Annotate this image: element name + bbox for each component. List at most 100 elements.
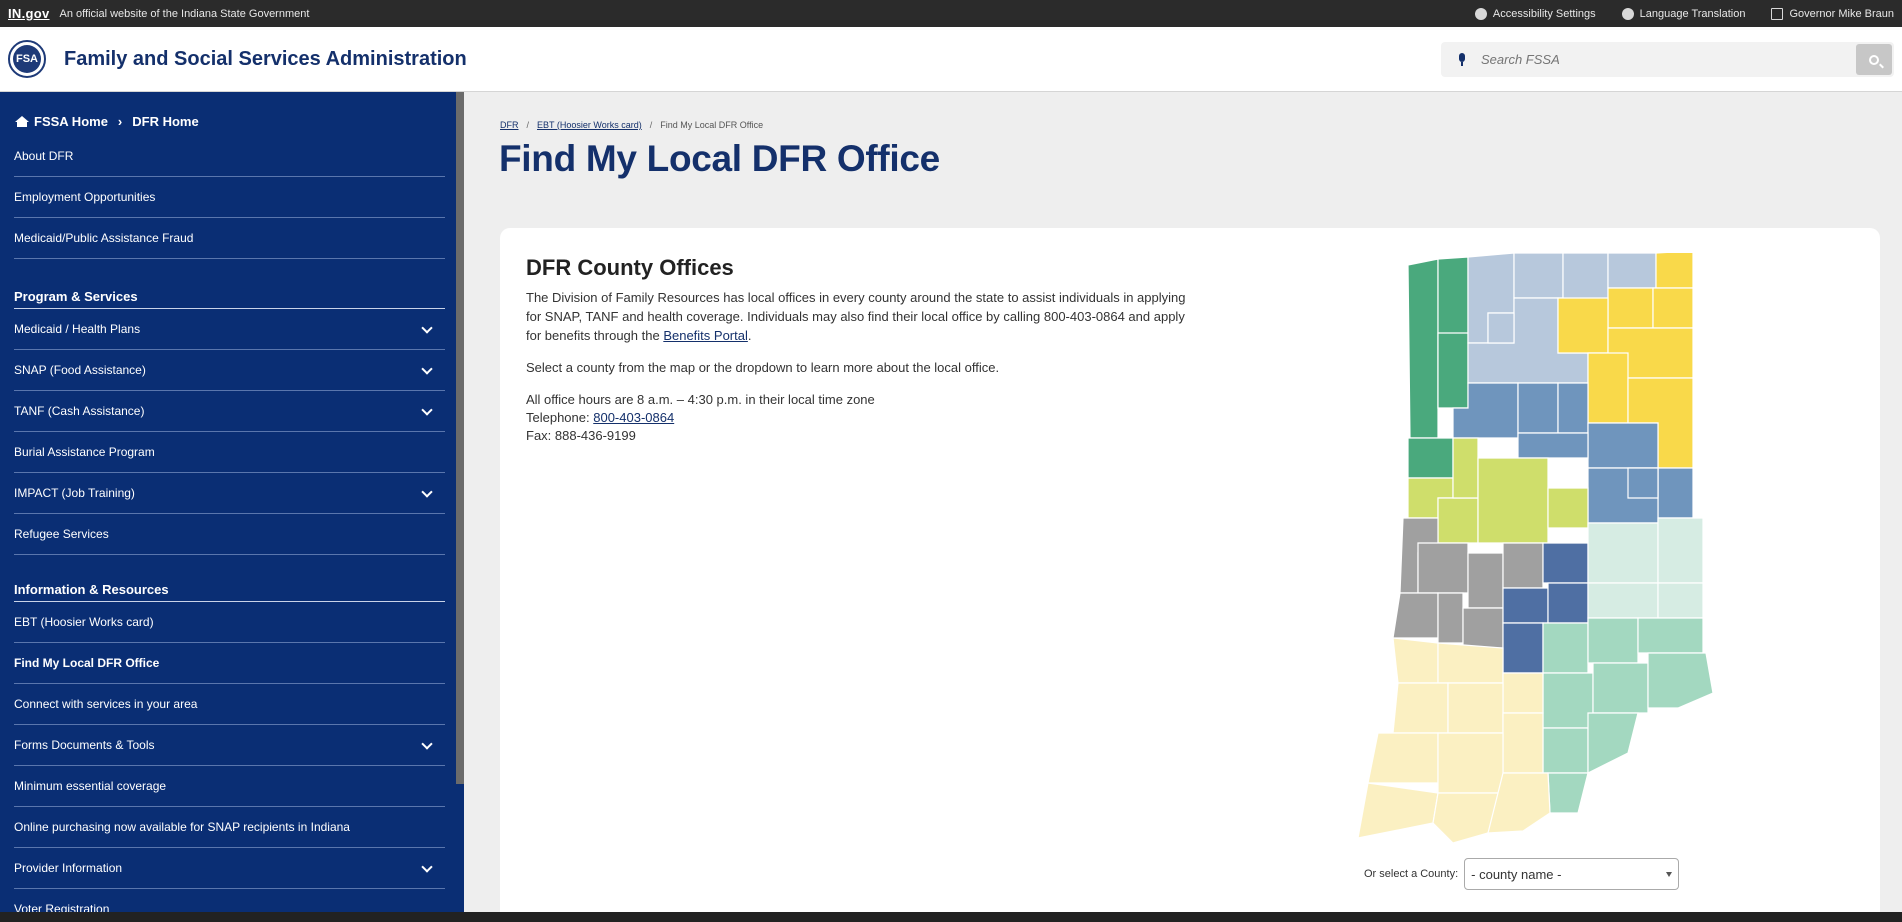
map-region-northeast[interactable] [1587, 352, 1629, 424]
map-region-central[interactable] [1542, 542, 1589, 584]
map-region-southwest[interactable] [1502, 712, 1544, 774]
map-region-north-central[interactable] [1562, 253, 1609, 304]
breadcrumb-ebt-link[interactable]: EBT (Hoosier Works card) [537, 120, 642, 130]
map-region-southwest[interactable] [1502, 672, 1544, 714]
map-region-west[interactable] [1467, 552, 1504, 609]
sidebar-item-find-office[interactable]: Find My Local DFR Office [14, 643, 445, 684]
county-select-label: Or select a County: [1364, 868, 1459, 880]
sidebar-item-minimum-coverage[interactable]: Minimum essential coverage [14, 766, 445, 807]
search-input[interactable] [1481, 52, 1851, 67]
county-dropdown[interactable]: - county name - [1464, 858, 1680, 890]
map-region-southeast[interactable] [1542, 672, 1594, 729]
map-region-northwest[interactable] [1407, 258, 1439, 439]
map-region-southeast[interactable] [1547, 772, 1589, 814]
chevron-down-icon[interactable] [421, 363, 433, 375]
fssa-seal-logo[interactable]: FSA [8, 40, 46, 78]
map-region-west[interactable] [1392, 592, 1439, 639]
map-region-southwest[interactable] [1392, 682, 1449, 734]
map-region-southeast[interactable] [1592, 662, 1649, 714]
map-region-east-central[interactable] [1657, 467, 1694, 519]
map-region-north-central-west[interactable] [1557, 382, 1589, 434]
map-region-northwest[interactable] [1407, 437, 1454, 479]
sidebar-item-fraud[interactable]: Medicaid/Public Assistance Fraud [14, 218, 445, 259]
language-translation-link[interactable]: Language Translation [1621, 7, 1745, 20]
fssa-home-link[interactable]: FSSA Home [34, 114, 108, 129]
map-region-west-central[interactable] [1437, 497, 1479, 544]
microphone-icon[interactable] [1457, 52, 1467, 67]
map-region-southeast-central[interactable] [1657, 517, 1704, 584]
sidebar-item-provider-info[interactable]: Provider Information [14, 848, 445, 889]
map-region-central[interactable] [1547, 582, 1589, 624]
window-bottom-edge [0, 912, 1902, 922]
sidebar-item-ebt[interactable]: EBT (Hoosier Works card) [14, 602, 445, 643]
map-region-west[interactable] [1437, 592, 1464, 644]
sidebar-item-refugee[interactable]: Refugee Services [14, 514, 445, 555]
map-region-southeast[interactable] [1587, 712, 1639, 774]
map-region-southwest[interactable] [1392, 637, 1439, 684]
chevron-down-icon[interactable] [421, 738, 433, 750]
map-region-north-central-west[interactable] [1587, 422, 1659, 469]
map-region-northeast[interactable] [1607, 287, 1654, 329]
ingov-logo[interactable]: IN.gov [8, 6, 50, 21]
sidebar-item-tanf[interactable]: TANF (Cash Assistance) [14, 391, 445, 432]
map-region-west-central[interactable] [1477, 457, 1549, 544]
map-region-southwest[interactable] [1437, 642, 1504, 684]
map-region-west[interactable] [1462, 607, 1504, 649]
map-region-central[interactable] [1502, 622, 1544, 674]
sidebar-item-about-dfr[interactable]: About DFR [14, 136, 445, 177]
sidebar-item-connect-services[interactable]: Connect with services in your area [14, 684, 445, 725]
map-region-southeast[interactable] [1587, 617, 1639, 664]
map-region-southwest[interactable] [1357, 782, 1439, 839]
map-region-north-central[interactable] [1487, 312, 1515, 344]
site-title[interactable]: Family and Social Services Administratio… [64, 48, 467, 71]
map-region-southwest[interactable] [1367, 732, 1439, 784]
map-region-east-central[interactable] [1627, 467, 1659, 499]
search-button[interactable] [1856, 44, 1892, 75]
chevron-down-icon[interactable] [421, 404, 433, 416]
map-region-west[interactable] [1502, 542, 1544, 589]
map-region-central[interactable] [1502, 587, 1549, 624]
sidebar-group-about: About DFR Employment Opportunities Medic… [14, 136, 445, 259]
map-region-southeast-central[interactable] [1657, 582, 1704, 619]
dfr-home-link[interactable]: DFR Home [132, 114, 198, 129]
map-region-northeast[interactable] [1652, 287, 1694, 329]
sidebar-item-medicaid[interactable]: Medicaid / Health Plans [14, 309, 445, 350]
chevron-down-icon[interactable] [421, 486, 433, 498]
sidebar-item-voter-registration[interactable]: Voter Registration [14, 889, 445, 912]
map-region-west[interactable] [1417, 542, 1469, 594]
map-region-north-central[interactable] [1607, 253, 1657, 289]
map-region-north-central-west[interactable] [1517, 432, 1589, 459]
map-region-north-central[interactable] [1513, 253, 1564, 299]
map-region-southwest[interactable] [1437, 732, 1504, 794]
map-region-southeast-central[interactable] [1587, 522, 1659, 584]
map-region-northwest[interactable] [1437, 332, 1469, 409]
map-region-southeast[interactable] [1637, 617, 1704, 654]
sidebar-item-online-purchasing[interactable]: Online purchasing now available for SNAP… [14, 807, 445, 848]
sidebar-item-employment[interactable]: Employment Opportunities [14, 177, 445, 218]
map-region-southeast[interactable] [1647, 652, 1714, 709]
chevron-down-icon[interactable] [421, 861, 433, 873]
chevron-right-icon: › [117, 114, 123, 129]
sidebar-item-impact[interactable]: IMPACT (Job Training) [14, 473, 445, 514]
sidebar-item-burial[interactable]: Burial Assistance Program [14, 432, 445, 473]
map-region-west-central[interactable] [1547, 487, 1589, 529]
map-region-northeast[interactable] [1557, 297, 1609, 354]
sidebar-item-snap[interactable]: SNAP (Food Assistance) [14, 350, 445, 391]
telephone-link[interactable]: 800-403-0864 [593, 410, 674, 425]
map-region-northeast[interactable] [1655, 253, 1694, 289]
map-region-southeast[interactable] [1542, 622, 1589, 674]
sidebar-scrollbar[interactable] [456, 92, 464, 784]
governor-link[interactable]: Governor Mike Braun [1771, 7, 1894, 20]
breadcrumb-dfr-link[interactable]: DFR [500, 120, 519, 130]
benefits-portal-link[interactable]: Benefits Portal [663, 328, 748, 343]
accessibility-settings-link[interactable]: Accessibility Settings [1474, 7, 1596, 20]
map-region-west-central[interactable] [1452, 437, 1479, 499]
map-region-southeast-central[interactable] [1587, 582, 1659, 619]
chevron-down-icon[interactable] [421, 322, 433, 334]
indiana-county-map[interactable] [1338, 253, 1736, 853]
map-region-southwest[interactable] [1447, 682, 1504, 734]
map-region-southeast[interactable] [1542, 727, 1589, 774]
sidebar-item-forms[interactable]: Forms Documents & Tools [14, 725, 445, 766]
globe-icon [1621, 7, 1634, 20]
map-region-north-central-west[interactable] [1517, 382, 1559, 434]
